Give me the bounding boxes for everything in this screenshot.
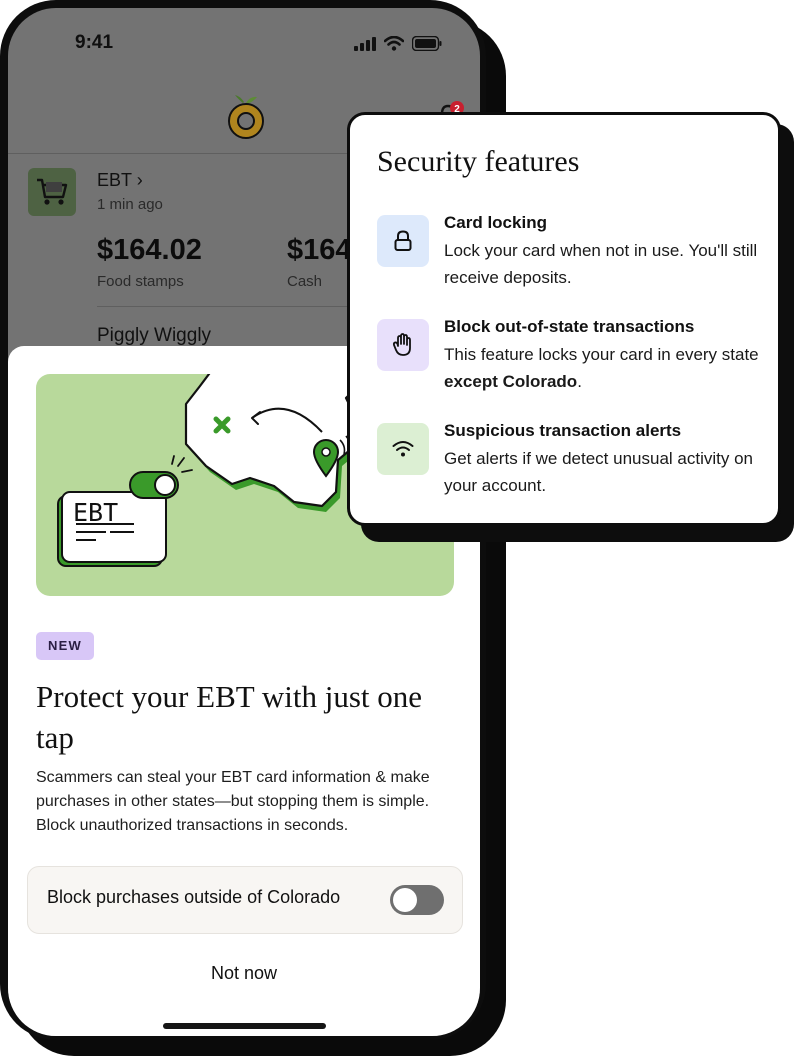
promo-body: Scammers can steal your EBT card informa… — [36, 769, 430, 834]
security-features-card: Security features Card locking Lock your… — [347, 112, 781, 526]
cash-label: Cash — [287, 273, 323, 290]
wifi-alert-icon — [377, 423, 429, 475]
battery-icon — [412, 36, 442, 51]
toggle-knob — [393, 888, 417, 912]
illustration-card-label: EBT — [73, 498, 119, 527]
not-now-button[interactable]: Not now — [8, 963, 480, 984]
hand-icon — [377, 319, 429, 371]
food-stamps-label: Food stamps — [97, 273, 184, 290]
app-logo-icon — [228, 95, 264, 139]
feature-description: This feature locks your card in every st… — [444, 345, 759, 391]
ebt-account-title: EBT — [97, 170, 132, 190]
status-time: 9:41 — [75, 32, 114, 53]
promo-headline: Protect your EBT with just one tap — [36, 679, 423, 755]
status-icons — [354, 36, 442, 51]
block-purchases-label: Block purchases outside of Colorado — [47, 887, 341, 907]
feature-title: Card locking — [444, 213, 547, 232]
signal-icon — [354, 36, 376, 51]
cash-balance: $164 — [287, 234, 352, 266]
food-stamps-balance: $164.02 — [97, 234, 202, 266]
new-badge: NEW — [36, 632, 94, 660]
feature-title: Block out-of-state transactions — [444, 317, 695, 336]
wifi-icon — [384, 36, 404, 51]
ebt-account-link[interactable]: EBT › — [97, 170, 143, 191]
feature-description: Get alerts if we detect unusual activity… — [444, 449, 753, 495]
shopping-cart-icon — [37, 178, 68, 205]
home-indicator[interactable] — [163, 1023, 326, 1029]
block-purchases-toggle[interactable] — [390, 885, 444, 915]
feature-description: Lock your card when not in use. You'll s… — [444, 241, 758, 287]
recent-merchant: Piggly Wiggly — [97, 325, 212, 346]
ebt-account-tile[interactable] — [28, 168, 76, 216]
feature-title: Suspicious transaction alerts — [444, 421, 682, 440]
status-bar: 9:41 — [8, 8, 480, 78]
chevron-right-icon: › — [136, 170, 143, 190]
security-card-title: Security features — [377, 145, 580, 178]
lock-icon — [377, 215, 429, 267]
last-updated: 1 min ago — [97, 196, 163, 213]
block-purchases-row[interactable]: Block purchases outside of Colorado — [27, 866, 463, 934]
